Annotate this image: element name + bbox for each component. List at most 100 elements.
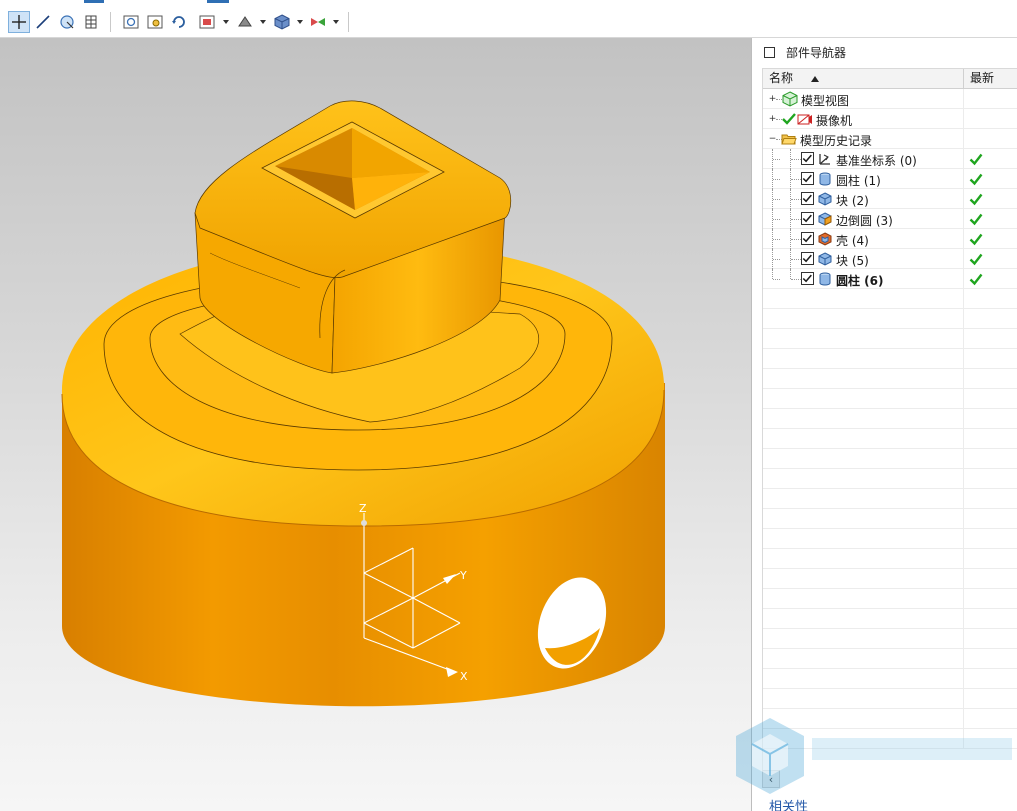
block-icon	[818, 192, 832, 206]
feature-checkbox[interactable]	[801, 212, 814, 225]
dependency-panel-label[interactable]: 相关性	[769, 796, 808, 811]
fit-view-button[interactable]	[120, 11, 142, 33]
check-icon	[802, 194, 812, 203]
up-to-date-check-icon	[969, 253, 983, 266]
check-icon	[802, 254, 812, 263]
name-column-header[interactable]: 名称	[763, 69, 964, 88]
datum-csys-icon	[819, 154, 830, 165]
feature-row[interactable]: 圆柱 (1)	[763, 169, 1017, 189]
feature-checkbox[interactable]	[801, 172, 814, 185]
feature-label: 块 (5)	[836, 254, 869, 268]
render-style-icon	[199, 15, 215, 29]
z-axis-label: Z	[359, 502, 367, 515]
feature-row[interactable]: 边倒圆 (3)	[763, 209, 1017, 229]
up-to-date-check-icon	[969, 193, 983, 206]
check-icon	[802, 214, 812, 223]
empty-row	[763, 669, 1017, 689]
empty-row	[763, 649, 1017, 669]
feature-label: 圆柱 (6)	[836, 274, 884, 288]
toolbar-separator	[110, 12, 111, 32]
line-icon	[36, 15, 50, 29]
tree-node-model-history[interactable]: − 模型历史记录	[763, 129, 1017, 149]
empty-row	[763, 569, 1017, 589]
latest-column-label: 最新	[970, 71, 995, 85]
shade-style-button[interactable]	[234, 11, 256, 33]
empty-row	[763, 289, 1017, 309]
empty-row	[763, 509, 1017, 529]
fit-view-icon	[123, 15, 139, 29]
feature-label: 基准坐标系 (0)	[836, 154, 917, 168]
toolbar	[0, 0, 1017, 38]
render-style-button[interactable]	[196, 11, 218, 33]
empty-row	[763, 389, 1017, 409]
part-model: Z Y X	[61, 100, 665, 707]
navigator-header: 部件导航器	[752, 38, 1017, 66]
scroll-left-button[interactable]: ‹	[762, 770, 780, 788]
tree-node-label: 摄像机	[816, 114, 853, 128]
cube-view-icon	[274, 14, 290, 30]
tree-header: 名称 最新	[763, 69, 1017, 89]
feature-label: 壳 (4)	[836, 234, 869, 248]
snap-point-button[interactable]	[8, 11, 30, 33]
menu-accent	[207, 0, 229, 3]
toolbar-separator	[348, 12, 349, 32]
empty-row	[763, 349, 1017, 369]
latest-column-header[interactable]: 最新	[964, 69, 1017, 88]
rotate-button[interactable]	[168, 11, 190, 33]
feature-label: 块 (2)	[836, 194, 869, 208]
chevron-down-icon[interactable]	[332, 17, 340, 27]
feature-row[interactable]: 块 (2)	[763, 189, 1017, 209]
empty-row	[763, 549, 1017, 569]
feature-row[interactable]: 基准坐标系 (0)	[763, 149, 1017, 169]
x-axis-label: X	[460, 670, 468, 683]
empty-row	[763, 369, 1017, 389]
check-icon	[802, 154, 812, 163]
menu-accent	[84, 0, 104, 3]
cylinder-icon	[819, 272, 831, 286]
cylinder-icon	[819, 172, 831, 186]
feature-checkbox[interactable]	[801, 272, 814, 285]
feature-row[interactable]: 块 (5)	[763, 249, 1017, 269]
chevron-down-icon[interactable]	[296, 17, 304, 27]
grid-button[interactable]	[80, 11, 102, 33]
empty-row	[763, 449, 1017, 469]
feature-label: 圆柱 (1)	[836, 174, 881, 188]
tree-node-camera[interactable]: + 摄像机	[763, 109, 1017, 129]
camera-icon	[797, 114, 812, 125]
empty-row	[763, 409, 1017, 429]
feature-checkbox[interactable]	[801, 152, 814, 165]
feature-row[interactable]: 壳 (4)	[763, 229, 1017, 249]
feature-checkbox[interactable]	[801, 252, 814, 265]
up-to-date-check-icon	[969, 233, 983, 246]
empty-row	[763, 489, 1017, 509]
empty-row	[763, 469, 1017, 489]
empty-row	[763, 429, 1017, 449]
up-to-date-check-icon	[969, 273, 983, 286]
show-hide-icon	[311, 18, 325, 26]
y-axis-label: Y	[459, 569, 467, 582]
tree-node-model-views[interactable]: + 模型视图	[763, 89, 1017, 109]
up-to-date-check-icon	[969, 173, 983, 186]
model-views-icon	[782, 91, 798, 107]
chevron-down-icon[interactable]	[259, 17, 267, 27]
chevron-down-icon[interactable]	[222, 17, 230, 27]
navigator-tree[interactable]: 名称 最新 + 模型视图 + 摄像机 − 模型历史记录 基准坐标系 (0) 圆柱…	[762, 68, 1017, 778]
view-orient-button[interactable]	[271, 11, 293, 33]
empty-row	[763, 629, 1017, 649]
nx-window: Z Y X 部件导航器 名称 最新 + 模型视图 + 摄像机 − 模型历史记录 …	[0, 0, 1017, 811]
pin-checkbox[interactable]	[764, 46, 775, 58]
empty-row	[763, 689, 1017, 709]
grid-icon	[85, 15, 97, 29]
feature-row[interactable]: 圆柱 (6)	[763, 269, 1017, 289]
graphics-viewport[interactable]: Z Y X	[0, 38, 751, 811]
empty-row	[763, 729, 1017, 749]
feature-checkbox[interactable]	[801, 232, 814, 245]
block-icon	[818, 252, 832, 266]
name-column-label: 名称	[769, 71, 794, 85]
feature-checkbox[interactable]	[801, 192, 814, 205]
line-button[interactable]	[32, 11, 54, 33]
sketch-curve-button[interactable]	[56, 11, 78, 33]
zoom-window-button[interactable]	[144, 11, 166, 33]
show-hide-button[interactable]	[307, 11, 329, 33]
chevron-left-icon: ‹	[768, 772, 774, 786]
